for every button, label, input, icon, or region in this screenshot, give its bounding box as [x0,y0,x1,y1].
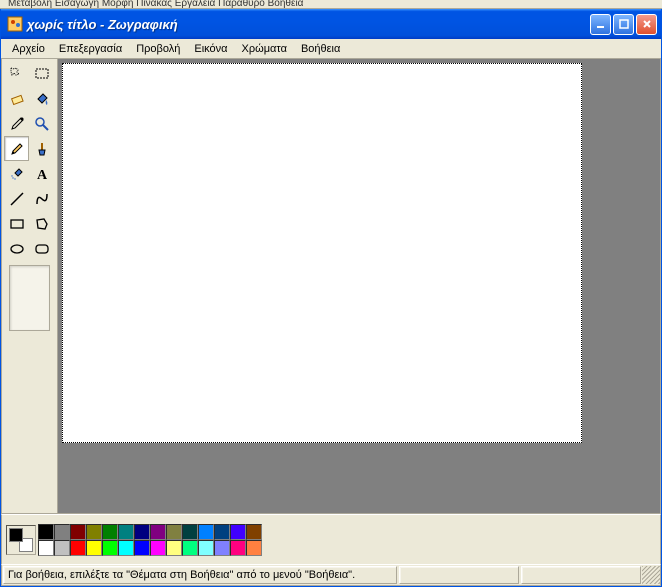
color-swatch[interactable] [182,540,198,556]
menu-help[interactable]: Βοήθεια [294,41,347,57]
color-swatch[interactable] [230,540,246,556]
tool-fill[interactable] [29,86,54,111]
color-swatch[interactable] [150,540,166,556]
tool-pencil[interactable] [4,136,29,161]
tool-rounded-rect[interactable] [29,236,54,261]
color-swatch[interactable] [198,540,214,556]
text-icon: A [34,166,50,182]
free-select-icon [9,66,25,82]
fill-icon [34,91,50,107]
color-swatch[interactable] [198,524,214,540]
foreground-color-swatch [9,528,23,542]
tool-curve[interactable] [29,186,54,211]
color-swatch[interactable] [214,524,230,540]
line-icon [9,191,25,207]
tool-line[interactable] [4,186,29,211]
color-swatch[interactable] [102,524,118,540]
app-icon [7,16,23,32]
color-swatch[interactable] [182,524,198,540]
svg-text:A: A [37,168,48,182]
color-swatch[interactable] [246,524,262,540]
airbrush-icon [9,166,25,182]
titlebar[interactable]: χωρίς τίτλο - Ζωγραφική [1,9,661,39]
minimize-button[interactable] [590,14,611,35]
paint-window: χωρίς τίτλο - Ζωγραφική Αρχείο Επεξεργασ… [0,9,662,587]
tool-polygon[interactable] [29,211,54,236]
tool-magnify[interactable] [29,111,54,136]
background-window-menu: Μεταβολή Εισαγωγή Μορφή Πίνακας Εργαλεία… [0,0,662,9]
menu-image[interactable]: Εικόνα [187,41,234,57]
canvas[interactable] [62,63,582,443]
window-title: χωρίς τίτλο - Ζωγραφική [27,17,590,32]
maximize-button[interactable] [613,14,634,35]
tool-free-select[interactable] [4,61,29,86]
color-swatch[interactable] [86,524,102,540]
tool-airbrush[interactable] [4,161,29,186]
eraser-icon [9,91,25,107]
close-button[interactable] [636,14,657,35]
menubar: Αρχείο Επεξεργασία Προβολή Εικόνα Χρώματ… [1,39,661,59]
curve-icon [34,191,50,207]
resize-grip-icon[interactable] [642,566,660,584]
ellipse-icon [9,241,25,257]
menu-edit[interactable]: Επεξεργασία [52,41,129,57]
rect-select-icon [34,66,50,82]
current-colors[interactable] [6,525,36,555]
status-text: Για βοήθεια, επιλέξτε τα "Θέματα στη Βοή… [3,566,397,584]
rectangle-icon [9,216,25,232]
color-swatch[interactable] [70,524,86,540]
menu-file[interactable]: Αρχείο [5,41,52,57]
color-swatch[interactable] [38,524,54,540]
status-coords [399,566,519,584]
tool-eraser[interactable] [4,86,29,111]
brush-icon [34,141,50,157]
polygon-icon [34,216,50,232]
menu-view[interactable]: Προβολή [129,41,187,57]
window-controls [590,14,657,35]
color-swatch[interactable] [214,540,230,556]
pencil-icon [9,141,25,157]
menu-colors[interactable]: Χρώματα [235,41,294,57]
color-swatch[interactable] [150,524,166,540]
color-swatch[interactable] [86,540,102,556]
color-swatch[interactable] [134,524,150,540]
color-swatch[interactable] [54,524,70,540]
statusbar: Για βοήθεια, επιλέξτε τα "Θέματα στη Βοή… [1,564,661,586]
magnify-icon [34,116,50,132]
tool-brush[interactable] [29,136,54,161]
color-swatch[interactable] [166,524,182,540]
tool-rectangle[interactable] [4,211,29,236]
color-bar [1,514,661,564]
tool-rect-select[interactable] [29,61,54,86]
color-swatch[interactable] [246,540,262,556]
color-palette [38,524,262,556]
tool-options[interactable] [9,265,50,331]
workspace: A [1,59,661,514]
color-swatch[interactable] [118,540,134,556]
tool-ellipse[interactable] [4,236,29,261]
picker-icon [9,116,25,132]
tool-text[interactable]: A [29,161,54,186]
color-swatch[interactable] [166,540,182,556]
rounded-rect-icon [34,241,50,257]
color-swatch[interactable] [38,540,54,556]
color-swatch[interactable] [118,524,134,540]
color-swatch[interactable] [230,524,246,540]
color-swatch[interactable] [54,540,70,556]
color-swatch[interactable] [102,540,118,556]
color-swatch[interactable] [70,540,86,556]
tool-picker[interactable] [4,111,29,136]
toolbox: A [2,59,58,513]
canvas-area [58,59,660,513]
status-size [521,566,641,584]
color-swatch[interactable] [134,540,150,556]
